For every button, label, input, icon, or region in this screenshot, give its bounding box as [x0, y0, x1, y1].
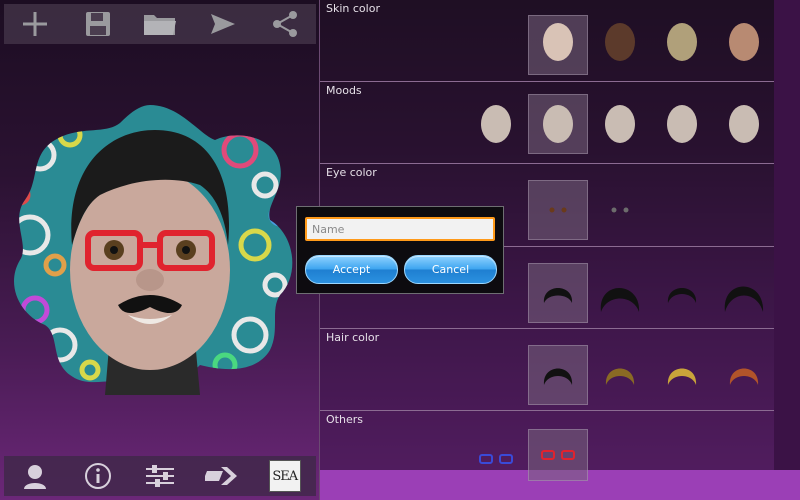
- eye-option-brown[interactable]: [528, 180, 588, 240]
- category-moods: Moods: [320, 81, 774, 164]
- accessory-option-blue-glasses[interactable]: [466, 429, 526, 489]
- person-icon[interactable]: [13, 458, 57, 494]
- info-icon[interactable]: [76, 458, 120, 494]
- category-label: Moods: [326, 84, 362, 97]
- category-hair-color: Hair color: [320, 328, 774, 411]
- mood-option-4[interactable]: [652, 94, 712, 154]
- send-icon[interactable]: [200, 6, 244, 42]
- top-toolbar: [4, 4, 316, 44]
- sea-logo[interactable]: SEA: [263, 458, 307, 494]
- share-icon[interactable]: [263, 6, 307, 42]
- mood-option-1[interactable]: [466, 94, 526, 154]
- name-input[interactable]: [305, 217, 495, 241]
- bottom-toolbar: SEA: [4, 456, 316, 496]
- category-label: Eye color: [326, 166, 377, 179]
- hair-color-black[interactable]: [528, 345, 588, 405]
- sliders-icon[interactable]: [138, 458, 182, 494]
- skin-option-dark[interactable]: [590, 15, 650, 75]
- eye-option-gray[interactable]: [590, 180, 650, 240]
- mood-option-3[interactable]: [590, 94, 650, 154]
- skin-option-olive[interactable]: [652, 15, 712, 75]
- hair-option-1[interactable]: [528, 263, 588, 323]
- plus-icon[interactable]: [13, 6, 57, 42]
- hair-color-red[interactable]: [714, 345, 774, 405]
- avatar-preview[interactable]: [0, 95, 300, 395]
- name-dialog: Accept Cancel: [296, 206, 504, 294]
- category-label: Skin color: [326, 2, 380, 15]
- forward-arrow-icon[interactable]: [200, 458, 244, 494]
- category-skin-color: Skin color: [320, 0, 774, 82]
- sea-logo-text: SEA: [268, 460, 301, 492]
- category-label: Hair color: [326, 331, 380, 344]
- hair-color-blonde[interactable]: [652, 345, 712, 405]
- options-scroll-strip: [774, 0, 800, 470]
- cancel-button[interactable]: Cancel: [404, 255, 497, 284]
- save-icon[interactable]: [76, 6, 120, 42]
- folder-open-icon[interactable]: [138, 6, 182, 42]
- category-label: Others: [326, 413, 363, 426]
- skin-option-tan[interactable]: [714, 15, 774, 75]
- hair-color-brown[interactable]: [590, 345, 650, 405]
- hair-option-2[interactable]: [590, 263, 650, 323]
- mood-option-2[interactable]: [528, 94, 588, 154]
- skin-option-light[interactable]: [528, 15, 588, 75]
- hair-option-4[interactable]: [714, 263, 774, 323]
- accept-button[interactable]: Accept: [305, 255, 398, 284]
- category-others: Others: [320, 410, 774, 481]
- mood-option-5[interactable]: [714, 94, 774, 154]
- hair-option-3[interactable]: [652, 263, 712, 323]
- accessory-option-red-glasses[interactable]: [528, 429, 588, 481]
